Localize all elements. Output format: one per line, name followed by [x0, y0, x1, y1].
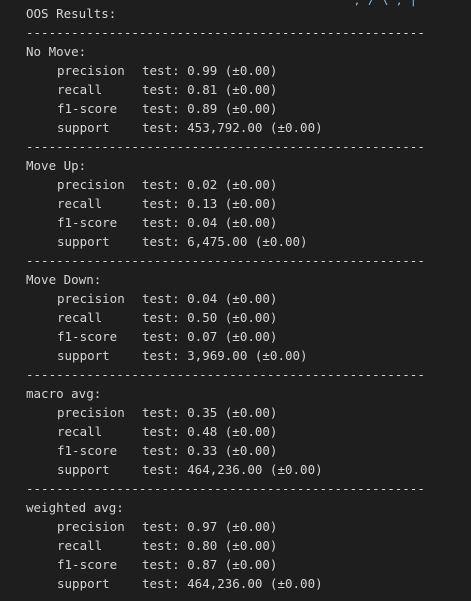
metric-value: test: 464,236.00 (±0.00)	[142, 576, 323, 591]
metric-value: test: 0.02 (±0.00)	[142, 177, 278, 192]
metric-name: support	[57, 348, 110, 363]
metric-row-recall: recall test: 0.81 (±0.00)	[26, 80, 471, 99]
metric-name: support	[57, 120, 110, 135]
metric-value: test: 453,792.00 (±0.00)	[142, 120, 323, 135]
metric-row-support: support test: 3,969.00 (±0.00)	[26, 346, 471, 365]
metric-row-f1-score: f1-score test: 0.33 (±0.00)	[26, 441, 471, 460]
metric-name: support	[57, 462, 110, 477]
metric-value: test: 0.80 (±0.00)	[142, 538, 278, 553]
section-move-up: Move Up: precision test: 0.02 (±0.00) rec…	[26, 156, 471, 251]
metric-value: test: 0.89 (±0.00)	[142, 101, 278, 116]
metric-name: precision	[57, 63, 125, 78]
metric-row-recall: recall test: 0.80 (±0.00)	[26, 536, 471, 555]
metric-name: f1-score	[57, 215, 118, 230]
metric-name: f1-score	[57, 557, 118, 572]
metric-value: test: 0.04 (±0.00)	[142, 291, 278, 306]
metric-row-support: support test: 453,792.00 (±0.00)	[26, 118, 471, 137]
section-title: Move Down:	[26, 272, 102, 287]
metric-value: test: 3,969.00 (±0.00)	[142, 348, 308, 363]
metric-row-f1-score: f1-score test: 0.89 (±0.00)	[26, 99, 471, 118]
separator: ----------------------------------------…	[26, 139, 425, 154]
metric-row-support: support test: 6,475.00 (±0.00)	[26, 232, 471, 251]
metric-value: test: 6,475.00 (±0.00)	[142, 234, 308, 249]
metric-value: test: 0.50 (±0.00)	[142, 310, 278, 325]
section-title: No Move:	[26, 44, 87, 59]
metric-name: f1-score	[57, 101, 118, 116]
separator: ----------------------------------------…	[26, 481, 425, 496]
section-weighted-avg: weighted avg: precision test: 0.97 (±0.00…	[26, 498, 471, 593]
metric-name: recall	[57, 424, 103, 439]
section-macro-avg: macro avg: precision test: 0.35 (±0.00) r…	[26, 384, 471, 479]
metric-name: precision	[57, 405, 125, 420]
metric-row-f1-score: f1-score test: 0.04 (±0.00)	[26, 213, 471, 232]
metric-name: precision	[57, 291, 125, 306]
metric-name: precision	[57, 519, 125, 534]
metric-row-precision: precision test: 0.97 (±0.00)	[26, 517, 471, 536]
metric-row-recall: recall test: 0.13 (±0.00)	[26, 194, 471, 213]
metric-value: test: 0.07 (±0.00)	[142, 329, 278, 344]
separator: ----------------------------------------…	[26, 253, 425, 268]
metric-value: test: 0.99 (±0.00)	[142, 63, 278, 78]
section-title: Move Up:	[26, 158, 87, 173]
metric-value: test: 0.04 (±0.00)	[142, 215, 278, 230]
separator: ----------------------------------------…	[26, 367, 425, 382]
metric-value: test: 0.33 (±0.00)	[142, 443, 278, 458]
metric-row-precision: precision test: 0.04 (±0.00)	[26, 289, 471, 308]
section-title: macro avg:	[26, 386, 102, 401]
metric-name: recall	[57, 196, 103, 211]
metric-value: test: 0.48 (±0.00)	[142, 424, 278, 439]
metric-name: recall	[57, 538, 103, 553]
terminal-output: OOS Results: ---------------------------…	[26, 4, 471, 593]
metric-value: test: 0.97 (±0.00)	[142, 519, 278, 534]
metric-value: test: 0.13 (±0.00)	[142, 196, 278, 211]
metric-name: recall	[57, 310, 103, 325]
results-header: OOS Results:	[26, 6, 117, 21]
metric-row-support: support test: 464,236.00 (±0.00)	[26, 460, 471, 479]
metric-name: precision	[57, 177, 125, 192]
section-title: weighted avg:	[26, 500, 124, 515]
metric-row-support: support test: 464,236.00 (±0.00)	[26, 574, 471, 593]
metric-name: f1-score	[57, 443, 118, 458]
metric-row-precision: precision test: 0.02 (±0.00)	[26, 175, 471, 194]
metric-value: test: 0.87 (±0.00)	[142, 557, 278, 572]
metric-value: test: 0.81 (±0.00)	[142, 82, 278, 97]
metric-name: recall	[57, 82, 103, 97]
section-no-move: No Move: precision test: 0.99 (±0.00) rec…	[26, 42, 471, 137]
separator: ----------------------------------------…	[26, 25, 425, 40]
section-move-down: Move Down: precision test: 0.04 (±0.00) r…	[26, 270, 471, 365]
metric-row-f1-score: f1-score test: 0.87 (±0.00)	[26, 555, 471, 574]
metric-row-recall: recall test: 0.50 (±0.00)	[26, 308, 471, 327]
metric-row-precision: precision test: 0.99 (±0.00)	[26, 61, 471, 80]
metric-name: support	[57, 234, 110, 249]
metric-row-precision: precision test: 0.35 (±0.00)	[26, 403, 471, 422]
metric-name: f1-score	[57, 329, 118, 344]
metric-value: test: 0.35 (±0.00)	[142, 405, 278, 420]
metric-row-recall: recall test: 0.48 (±0.00)	[26, 422, 471, 441]
metric-name: support	[57, 576, 110, 591]
metric-row-f1-score: f1-score test: 0.07 (±0.00)	[26, 327, 471, 346]
metric-value: test: 464,236.00 (±0.00)	[142, 462, 323, 477]
